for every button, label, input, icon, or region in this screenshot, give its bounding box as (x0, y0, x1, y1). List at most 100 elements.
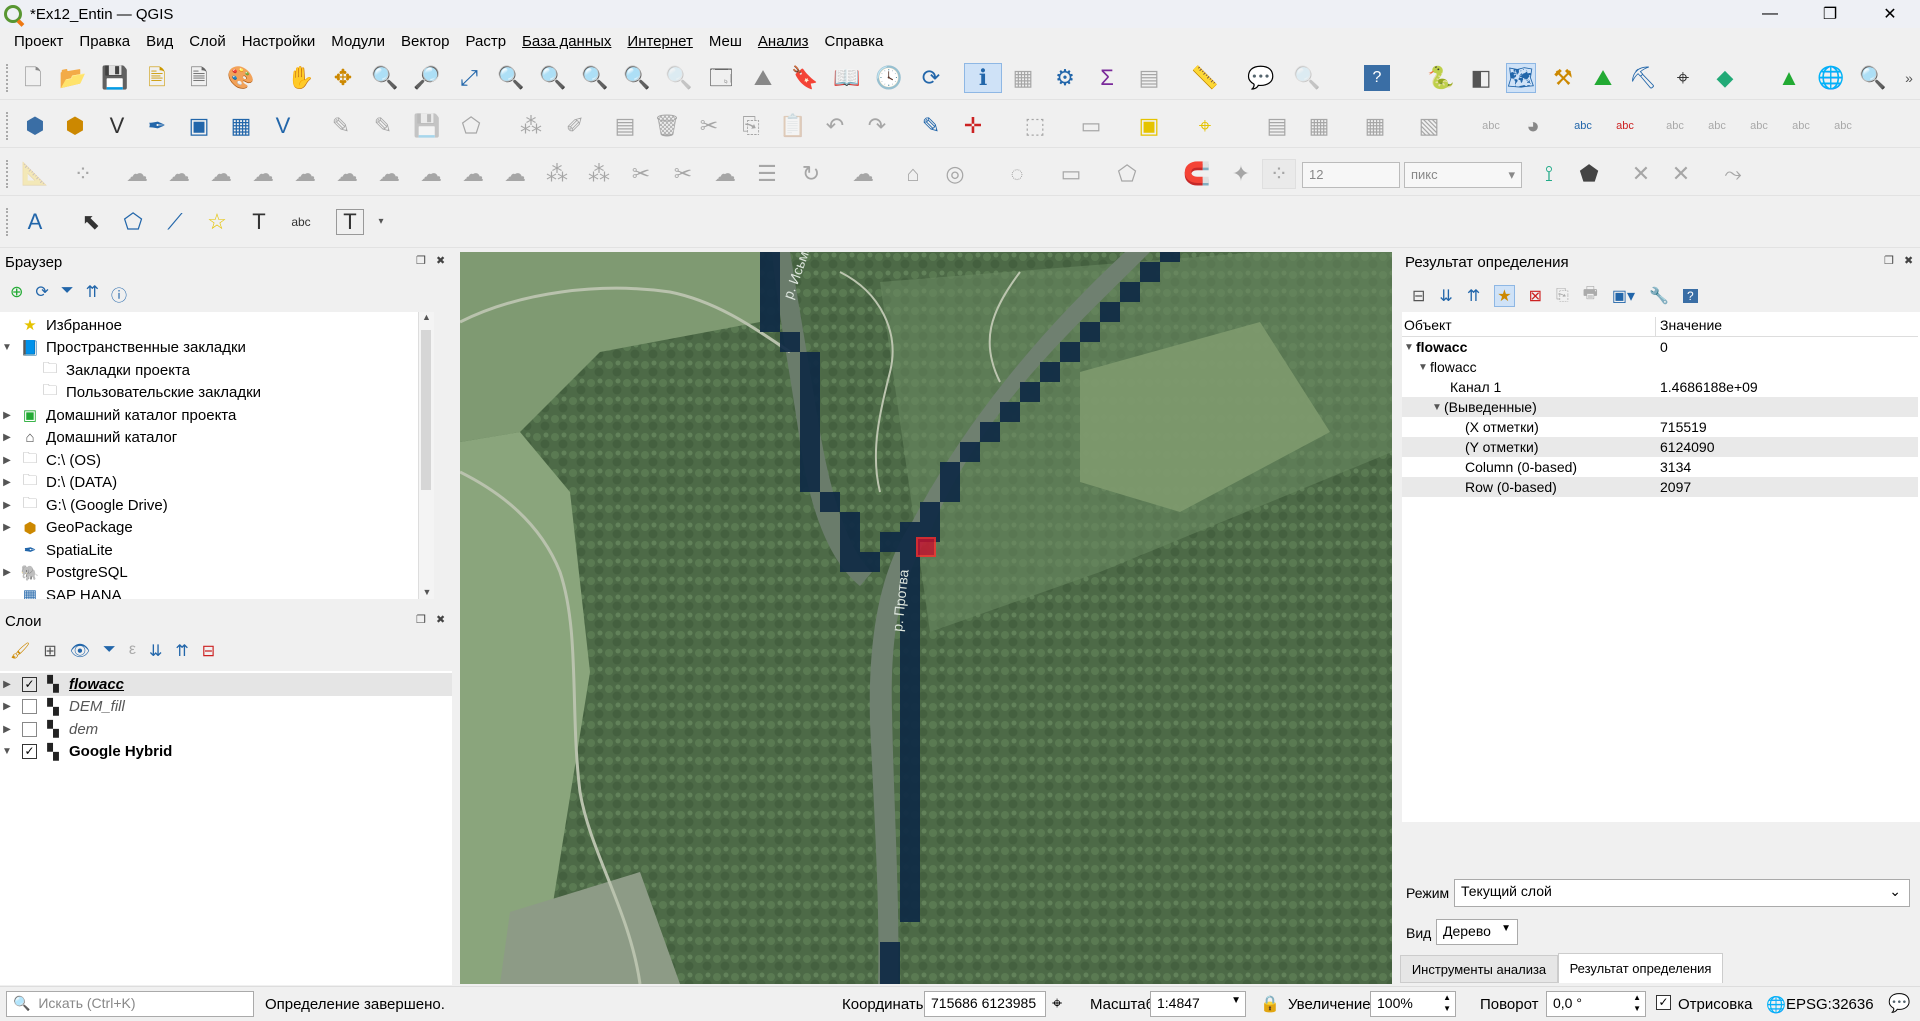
open-attribute-table-icon[interactable]: ▦ (1008, 63, 1038, 93)
filter-expression-icon[interactable]: ε (129, 641, 136, 661)
snap-units-select[interactable]: пикс ▾ (1404, 162, 1522, 188)
offset-icon[interactable]: ☰ (752, 159, 782, 189)
rotate-icon[interactable]: ↻ (796, 159, 826, 189)
menu-view[interactable]: Вид (138, 33, 181, 50)
cut-icon[interactable]: ✂ (694, 111, 724, 141)
plugin-3d-icon[interactable]: ◧ (1466, 63, 1496, 93)
deselect-all-icon[interactable]: ▣ (1134, 111, 1164, 141)
intersection-icon[interactable]: ✕ (1626, 159, 1656, 189)
split-icon[interactable]: ⁂ (584, 159, 614, 189)
globe-icon[interactable]: 🌐 (1766, 995, 1786, 1015)
zoom-next-icon[interactable]: 🔍 (664, 63, 694, 93)
table-row[interactable]: Column (0-based) 3134 (1402, 457, 1918, 477)
layer-name-dem-fill[interactable]: DEM_fill (69, 698, 125, 715)
view-select[interactable]: Дерево ▼ (1436, 919, 1518, 945)
refresh-icon[interactable]: ⟳ (916, 63, 946, 93)
new-virtual-layer-icon[interactable]: ▣ (184, 111, 214, 141)
create-line-text-icon[interactable]: abc (286, 207, 316, 237)
expand-arrow-icon[interactable]: ▶ (0, 522, 14, 533)
add-raster-icon[interactable]: ▦ (226, 111, 256, 141)
advanced-digitize-icon[interactable]: 📐 (20, 159, 50, 189)
expand-arrow-icon[interactable]: ▶ (0, 477, 14, 488)
shape-3-icon[interactable]: ☁ (206, 159, 236, 189)
layer-name-google-hybrid[interactable]: Google Hybrid (69, 743, 172, 760)
mode-select[interactable]: Текущий слой ⌄ (1454, 879, 1910, 907)
close-button[interactable]: ✕ (1860, 0, 1920, 28)
remove-layer-icon[interactable]: ⊟ (202, 641, 215, 661)
shape-2-icon[interactable]: ☁ (164, 159, 194, 189)
text-annotation-icon[interactable]: T (336, 209, 364, 235)
layout-manager-icon[interactable]: 🗎 (184, 63, 214, 93)
snap-tolerance-spinbox[interactable]: 12 (1302, 162, 1400, 188)
layer-checkbox[interactable] (22, 721, 37, 737)
menu-project[interactable]: Проект (6, 33, 71, 50)
tab-identify-results[interactable]: Результат определения (1558, 953, 1723, 983)
new-map-view-icon[interactable]: 🗔 (706, 63, 736, 93)
browser-item-spatial-bookmarks[interactable]: Пространственные закладки (46, 339, 246, 356)
layer-row[interactable]: ▶ ▚ DEM_fill (0, 696, 452, 719)
table-row[interactable]: (Y отметки) 6124090 (1402, 437, 1918, 457)
filter-legend-icon[interactable]: ⏷ (103, 641, 116, 661)
reshape-icon[interactable]: ☁ (710, 159, 740, 189)
save-edits-icon[interactable]: 💾 (412, 111, 442, 141)
add-selected-layers-icon[interactable]: ⊕ (10, 282, 23, 306)
coordinate-field[interactable]: 715686 6123985 (924, 991, 1046, 1017)
scroll-down-icon[interactable]: ▼ (419, 587, 434, 597)
menu-layer[interactable]: Слой (181, 33, 233, 50)
rectangle-tool-icon[interactable]: ▭ (1056, 159, 1086, 189)
layer-styling-icon[interactable]: 🖌 (10, 641, 30, 661)
new-print-layout-icon[interactable]: 🖹 (142, 63, 172, 93)
snapping-toolbar-icon[interactable]: ⌂ (898, 159, 928, 189)
browser-item-home[interactable]: Домашний каталог (46, 429, 177, 446)
table-row[interactable]: ▼ (Выведенные) (1402, 397, 1918, 417)
label-tool-4-icon[interactable]: ▧ (1414, 111, 1444, 141)
print-icon[interactable]: 🖶 (1583, 282, 1598, 309)
help-icon[interactable]: ? (1682, 288, 1698, 303)
statistics-icon[interactable]: Σ (1092, 63, 1122, 93)
expand-arrow-icon[interactable]: ▶ (0, 500, 14, 511)
collapse-all-icon[interactable]: ⇈ (86, 282, 99, 306)
label-abc-5-icon[interactable]: abc (1702, 111, 1732, 141)
scale-combo[interactable]: 1:4847 ▼ (1150, 991, 1246, 1017)
scroll-up-icon[interactable]: ▲ (419, 312, 434, 322)
settings-wrench-icon[interactable]: 🔧 (1649, 286, 1669, 306)
vertex-edit-icon[interactable]: ⁂ (542, 159, 572, 189)
layer-row[interactable]: ▶ ▚ dem (0, 718, 452, 741)
plugin-c-icon[interactable]: ◆ (1710, 63, 1740, 93)
table-row[interactable]: ▼ flowacc 0 (1402, 337, 1918, 357)
panel-float-icon[interactable]: ❐ (416, 613, 426, 626)
expand-arrow-icon[interactable]: ▼ (1402, 342, 1416, 353)
label-tool-3-icon[interactable]: ▦ (1360, 111, 1390, 141)
new-geopackage-icon[interactable]: ⬢ (60, 111, 90, 141)
new-shapefile-icon[interactable]: V (102, 111, 132, 141)
shape-9-icon[interactable]: ☁ (458, 159, 488, 189)
measure-icon[interactable]: 📏 (1190, 63, 1220, 93)
layer-checkbox[interactable]: ✓ (22, 744, 37, 760)
avoid-overlap-icon[interactable]: ⬟ (1574, 159, 1604, 189)
shape-8-icon[interactable]: ☁ (416, 159, 446, 189)
locator-search-input[interactable]: 🔍 Искать (Ctrl+K) (6, 991, 254, 1017)
redo-icon[interactable]: ↷ (862, 111, 892, 141)
select-features-icon[interactable]: ⬚ (1020, 111, 1050, 141)
select-features-icon[interactable]: ▣▾ (1612, 286, 1635, 306)
menu-mesh[interactable]: Меш (701, 33, 750, 50)
copy-icon[interactable]: ⎘ (736, 111, 766, 141)
render-checkbox[interactable]: ✓ (1656, 995, 1671, 1010)
create-polygon-annotation-icon[interactable]: ⬠ (118, 207, 148, 237)
restore-button[interactable]: ❐ (1800, 0, 1860, 28)
column-header-feature[interactable]: Объект (1402, 317, 1656, 336)
menu-web[interactable]: Интернет (619, 33, 700, 50)
browser-item-drive-c[interactable]: C:\ (OS) (46, 452, 101, 469)
expand-arrow-icon[interactable]: ▼ (1416, 362, 1430, 373)
annotation-text-icon[interactable]: A (20, 207, 50, 237)
modify-attributes-icon[interactable]: ▤ (610, 111, 640, 141)
circle-tool-icon[interactable]: ◎ (940, 159, 970, 189)
clear-results-icon[interactable]: ⊠ (1529, 286, 1542, 306)
table-row[interactable]: (X отметки) 715519 (1402, 417, 1918, 437)
self-snapping-icon[interactable]: ✕ (1666, 159, 1696, 189)
layer-checkbox[interactable]: ✓ (22, 676, 37, 692)
label-tool-1-icon[interactable]: ▤ (1262, 111, 1292, 141)
enable-snapping-icon[interactable]: 🧲 (1182, 159, 1212, 189)
expand-arrow-icon[interactable]: ▶ (0, 567, 14, 578)
help-icon[interactable]: ? (1364, 65, 1390, 91)
